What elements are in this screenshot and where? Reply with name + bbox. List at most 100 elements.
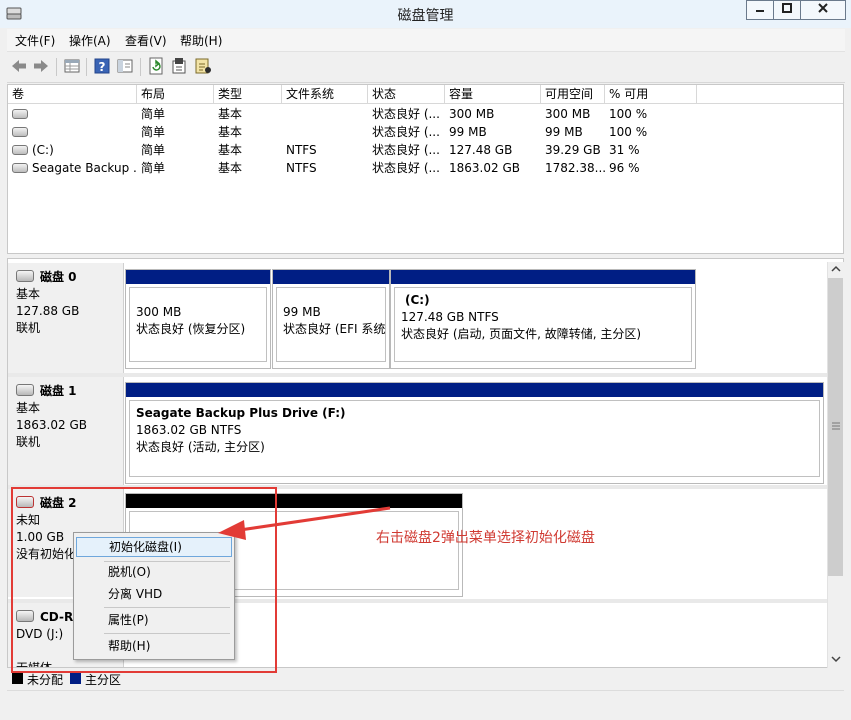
close-button[interactable] [800,0,846,20]
partition-title: Seagate Backup Plus Drive (F:) [136,406,346,420]
type-cell: 基本 [218,107,243,121]
volume-icon [12,108,28,119]
legend-label-primary: 主分区 [85,673,122,687]
filesystem-cell [282,105,368,123]
help-icon[interactable]: ? [92,56,112,76]
free-space-cell: 1782.38... [545,161,605,175]
volume-cell: (C:) [8,141,137,159]
partition-efi[interactable]: 99 MB 状态良好 (EFI 系统 [272,269,390,369]
column-header-volume[interactable]: 卷 [8,85,137,104]
hard-disk-icon [16,383,34,396]
disk-size: 127.88 GB [16,304,80,318]
status-cell: 状态良好 (... [372,143,440,157]
scrollbar-thumb[interactable] [828,278,843,576]
minimize-icon [756,10,764,12]
column-header-filesystem[interactable]: 文件系统 [282,85,368,104]
maximize-icon [782,3,792,13]
disk-name: 磁盘 1 [40,384,77,398]
partition-header-bar [126,383,823,397]
svg-text:?: ? [99,60,106,74]
disk-state: 联机 [16,435,41,449]
volume-cell: Seagate Backup ... [8,159,137,177]
disk-type: 基本 [16,401,41,415]
partition-header-bar [273,270,389,284]
table-row[interactable]: (C:) 简单 基本 NTFS 状态良好 (... 127.48 GB 39.2… [8,141,843,159]
volume-cell [8,105,137,123]
layout-cell: 简单 [141,143,166,157]
status-cell: 状态良好 (... [372,161,440,175]
menu-file[interactable]: 文件(F) [15,32,55,49]
column-header-layout[interactable]: 布局 [137,85,214,104]
back-arrow-icon[interactable] [9,56,29,76]
toolbar-separator [56,58,57,76]
table-row[interactable]: Seagate Backup ... 简单 基本 NTFS 状态良好 (... … [8,159,843,177]
pane-view-icon[interactable] [115,56,135,76]
partition-size: 99 MB [283,305,321,319]
partition-recovery[interactable]: 300 MB 状态良好 (恢复分区) [125,269,271,369]
menu-help[interactable]: 帮助(H) [180,32,222,49]
percent-free-cell: 100 % [609,107,648,121]
percent-free-cell: 96 % [609,161,640,175]
column-header-filler [697,85,843,104]
type-cell: 基本 [218,125,243,139]
partition-size: 1863.02 GB NTFS [136,423,242,437]
capacity-cell: 1863.02 GB [449,161,520,175]
partition-status: 状态良好 (恢复分区) [136,322,246,336]
partition-status: 状态良好 (启动, 页面文件, 故障转储, 主分区) [401,327,642,341]
free-space-cell: 300 MB [545,107,591,121]
scroll-up-icon[interactable] [831,265,841,273]
annotation-arrow-icon [218,506,391,540]
forward-arrow-icon[interactable] [31,56,51,76]
status-cell: 状态良好 (... [372,125,440,139]
table-row[interactable]: 简单 基本 状态良好 (... 99 MB 99 MB 100 % [8,123,843,141]
percent-free-cell: 31 % [609,143,640,157]
menu-action[interactable]: 操作(A) [69,32,111,49]
disk-0-info[interactable]: 磁盘 0 基本 127.88 GB 联机 [8,263,124,373]
column-header-status[interactable]: 状态 [368,85,445,104]
layout-cell: 简单 [141,161,166,175]
toolbar: ? [7,52,845,83]
table-row[interactable]: 简单 基本 状态良好 (... 300 MB 300 MB 100 % [8,105,843,123]
filesystem-cell [282,123,368,141]
status-bar [7,690,844,711]
disk-size: 1863.02 GB [16,418,87,432]
column-header-type[interactable]: 类型 [214,85,282,104]
maximize-button[interactable] [773,0,801,20]
column-header-percent-free[interactable]: % 可用 [605,85,697,104]
disk-row-divider [8,373,828,377]
volume-list: 卷 布局 类型 文件系统 状态 容量 可用空间 % 可用 简单 基本 状态良好 … [7,84,844,254]
properties-grid-icon[interactable] [62,56,82,76]
partition-size: 300 MB [136,305,182,319]
volume-cell [8,123,137,141]
column-header-capacity[interactable]: 容量 [445,85,541,104]
type-cell: 基本 [218,161,243,175]
percent-free-cell: 100 % [609,125,648,139]
partition-size: 127.48 GB NTFS [401,310,499,324]
disk-1-info[interactable]: 磁盘 1 基本 1863.02 GB 联机 [8,377,124,485]
partition-status: 状态良好 (EFI 系统 [283,322,386,336]
partition-seagate[interactable]: Seagate Backup Plus Drive (F:) 1863.02 G… [125,382,824,484]
close-icon [818,3,828,13]
toolbar-separator [140,58,141,76]
partition-title: (C:) [405,293,430,307]
refresh-icon[interactable] [146,56,166,76]
title-bar: 磁盘管理 [0,0,851,28]
disk-name: 磁盘 0 [40,270,77,284]
hard-disk-icon [16,269,34,282]
legend-swatch-unallocated [12,673,23,684]
menu-bar: 文件(F) 操作(A) 查看(V) 帮助(H) [7,29,845,52]
column-header-free-space[interactable]: 可用空间 [541,85,605,104]
volume-icon [12,144,28,155]
menu-view[interactable]: 查看(V) [125,32,167,49]
minimize-button[interactable] [746,0,774,20]
settings-icon[interactable] [169,56,189,76]
filesystem-cell: NTFS [286,161,317,175]
scroll-down-icon[interactable] [831,655,841,663]
partition-c[interactable]: (C:) 127.48 GB NTFS 状态良好 (启动, 页面文件, 故障转储… [390,269,696,369]
free-space-cell: 39.29 GB [545,143,601,157]
partition-header-bar [391,270,695,284]
partition-header-bar [126,270,270,284]
disk-type: 基本 [16,287,41,301]
disk-check-icon[interactable] [193,56,213,76]
status-cell: 状态良好 (... [372,107,440,121]
